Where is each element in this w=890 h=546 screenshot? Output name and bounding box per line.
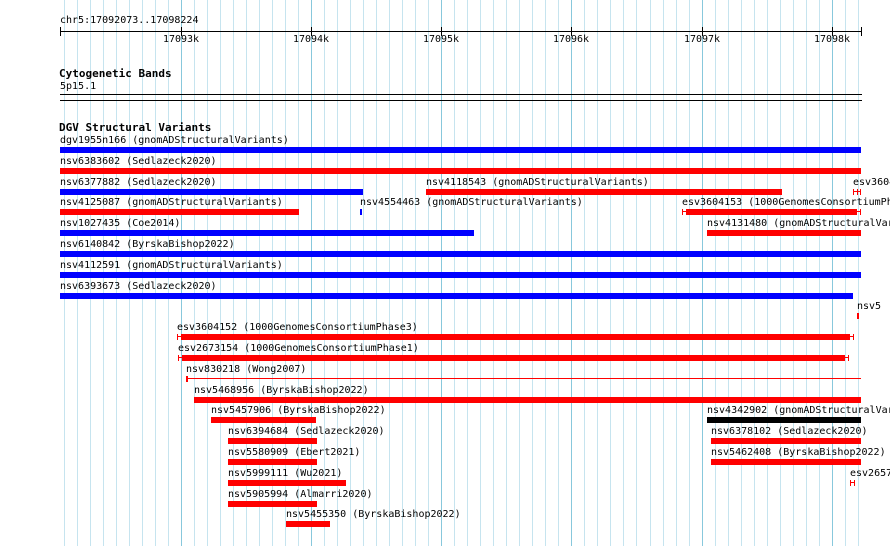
variant-label: nsv4112591 (gnomADStructuralVariants)	[60, 260, 283, 271]
variant-label: esv2673154 (1000GenomesConsortiumPhase1)	[178, 343, 419, 354]
variant-bar[interactable]	[286, 521, 330, 527]
variant-cap	[848, 355, 849, 361]
variant-label: nsv4342902 (gnomADStructuralVariants)	[707, 405, 890, 416]
variant-bar[interactable]	[228, 501, 317, 507]
variant-bar[interactable]	[60, 189, 363, 195]
variant-label: dgv1955n166 (gnomADStructuralVariants)	[60, 135, 289, 146]
variant-bar[interactable]	[707, 417, 861, 423]
variant-bar[interactable]	[181, 334, 850, 340]
variant-label: nsv4118543 (gnomADStructuralVariants)	[426, 177, 649, 188]
variant-bar[interactable]	[228, 438, 317, 444]
variant-label: nsv6140842 (ByrskaBishop2022)	[60, 239, 235, 250]
variant-label: esv3604153 (1000GenomesConsortiumPhase3)	[682, 197, 890, 208]
track-title: DGV Structural Variants	[59, 121, 212, 134]
variant-bar[interactable]	[60, 147, 861, 153]
variant-bar[interactable]	[711, 459, 861, 465]
cytoband-bottom-line	[60, 100, 862, 101]
variant-label: nsv6377882 (Sedlazeck2020)	[60, 177, 217, 188]
variant-bar[interactable]	[194, 397, 861, 403]
variant-label: nsv6393673 (Sedlazeck2020)	[60, 281, 217, 292]
variant-label: nsv5462408 (ByrskaBishop2022)	[711, 447, 886, 458]
ruler-tick-label: 17093k	[162, 34, 200, 45]
ruler-start-cap	[60, 27, 61, 36]
variant-label: nsv6394684 (Sedlazeck2020)	[228, 426, 385, 437]
variant-bar[interactable]	[711, 438, 861, 444]
cytoband-label[interactable]: 5p15.1	[60, 81, 96, 93]
variant-bar[interactable]	[857, 313, 859, 319]
ruler-tick-label: 17094k	[292, 34, 330, 45]
variant-label: nsv5468956 (ByrskaBishop2022)	[194, 385, 369, 396]
variant-label: nsv4131480 (gnomADStructuralVariants)	[707, 218, 890, 229]
variant-cap	[860, 189, 861, 195]
variant-label: nsv5457906 (ByrskaBishop2022)	[211, 405, 386, 416]
variant-bar[interactable]	[360, 209, 362, 215]
variant-bar[interactable]	[60, 168, 861, 174]
variant-bar[interactable]	[228, 459, 317, 465]
track-title: Cytogenetic Bands	[59, 67, 172, 80]
variant-label: nsv6378102 (Sedlazeck2020)	[711, 426, 868, 437]
variant-cap	[853, 334, 854, 340]
ruler-tick-label: 17096k	[552, 34, 590, 45]
variant-cap	[853, 189, 854, 195]
variant-label: nsv4554463 (gnomADStructuralVariants)	[360, 197, 583, 208]
variant-label: esv2657	[850, 468, 890, 479]
variant-label: nsv6383602 (Sedlazeck2020)	[60, 156, 217, 167]
variant-bar[interactable]	[228, 480, 346, 486]
variant-bar[interactable]	[186, 378, 861, 379]
variant-cap	[850, 480, 851, 486]
variant-bar[interactable]	[211, 417, 316, 423]
variant-label: nsv5999111 (Wu2021)	[228, 468, 343, 479]
variant-bar[interactable]	[60, 251, 861, 257]
variant-label: nsv5	[857, 301, 882, 312]
variant-cap	[177, 334, 178, 340]
variant-cap	[860, 209, 861, 215]
variant-bar[interactable]	[707, 230, 861, 236]
variant-cap	[186, 376, 188, 382]
variant-bar[interactable]	[60, 272, 861, 278]
coordinates-label: chr5:17092073..17098224	[60, 15, 199, 26]
variant-bar[interactable]	[426, 189, 782, 195]
variant-bar[interactable]	[182, 355, 845, 361]
ruler-tick-label: 17098k	[813, 34, 851, 45]
variant-label: nsv4125087 (gnomADStructuralVariants)	[60, 197, 283, 208]
ruler-tick-label: 17095k	[422, 34, 460, 45]
variant-bar[interactable]	[854, 480, 855, 486]
variant-cap	[682, 209, 683, 215]
ruler-tick-label: 17097k	[683, 34, 721, 45]
variant-bar[interactable]	[686, 209, 857, 215]
ruler-end-cap	[861, 27, 862, 36]
variant-label: esv3604154	[853, 177, 890, 188]
variant-label: nsv5580909 (Ebert2021)	[228, 447, 361, 458]
variant-label: nsv1027435 (Coe2014)	[60, 218, 181, 229]
variant-bar[interactable]	[60, 209, 299, 215]
cytoband-top-line	[60, 94, 862, 95]
variant-label: esv3604152 (1000GenomesConsortiumPhase3)	[177, 322, 418, 333]
variant-bar[interactable]	[857, 189, 858, 195]
variant-label: nsv5455350 (ByrskaBishop2022)	[286, 509, 461, 520]
variant-bar[interactable]	[60, 293, 853, 299]
variant-label: nsv830218 (Wong2007)	[186, 364, 307, 375]
variant-label: nsv5905994 (Almarri2020)	[228, 489, 373, 500]
variant-cap	[178, 355, 179, 361]
variant-bar[interactable]	[60, 230, 474, 236]
